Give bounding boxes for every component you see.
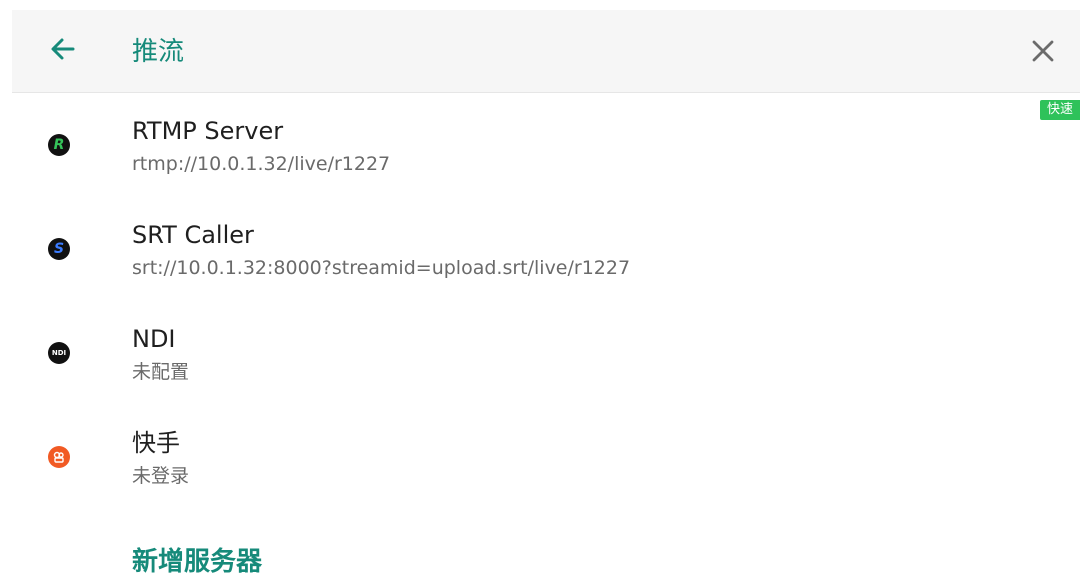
- server-name: 快手: [132, 429, 180, 457]
- server-name: RTMP Server: [132, 117, 284, 145]
- back-arrow-icon[interactable]: [46, 32, 80, 66]
- server-name: SRT Caller: [132, 221, 254, 249]
- server-item-rtmp[interactable]: R RTMP Server rtmp://10.0.1.32/live/r122…: [0, 110, 1080, 206]
- srt-icon: S: [48, 238, 70, 260]
- server-item-ndi[interactable]: NDI NDI 未配置: [0, 318, 1080, 414]
- server-name: NDI: [132, 325, 176, 353]
- server-status: 未登录: [132, 465, 190, 487]
- ndi-icon: NDI: [48, 342, 70, 364]
- kuaishou-icon: [48, 446, 70, 468]
- top-app-bar: 推流: [12, 10, 1080, 93]
- server-url: rtmp://10.0.1.32/live/r1227: [132, 153, 391, 175]
- add-server-button[interactable]: 新增服务器: [132, 546, 262, 578]
- server-item-srt[interactable]: S SRT Caller srt://10.0.1.32:8000?stream…: [0, 214, 1080, 310]
- kuaishou-logo-icon: [53, 451, 64, 463]
- close-icon[interactable]: [1028, 36, 1058, 66]
- server-status: 未配置: [132, 361, 190, 383]
- server-url: srt://10.0.1.32:8000?streamid=upload.srt…: [132, 257, 631, 279]
- rtmp-icon: R: [48, 134, 70, 156]
- page-title: 推流: [132, 37, 185, 67]
- server-item-kuaishou[interactable]: 快手 未登录: [0, 422, 1080, 518]
